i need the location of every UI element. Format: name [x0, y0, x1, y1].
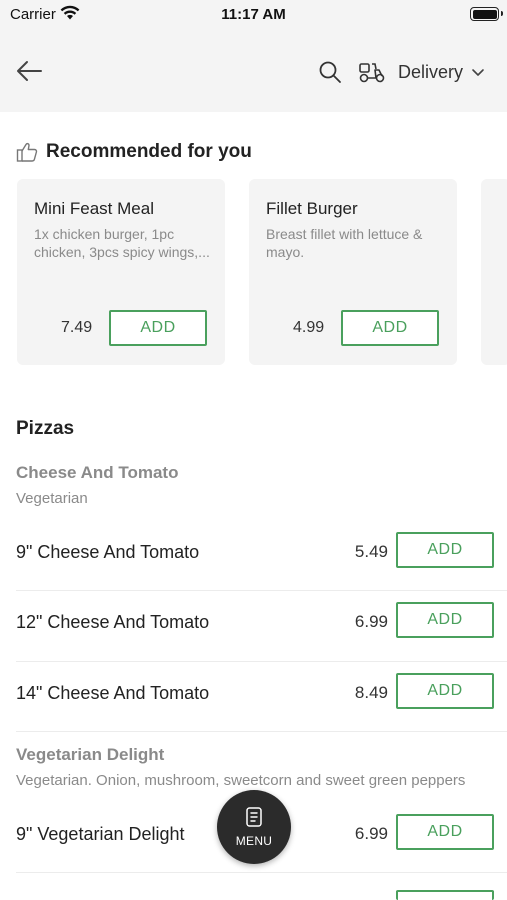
menu-item-price: 8.49 — [354, 683, 388, 702]
recommended-item-description: Breast fillet with lettuce & mayo. — [266, 226, 423, 260]
battery-icon — [470, 7, 503, 21]
add-button[interactable]: ADD — [396, 673, 494, 709]
nav-bar: Delivery — [0, 30, 507, 112]
recommended-item-name: Mini Feast Meal — [34, 199, 154, 218]
delivery-label: Delivery — [398, 61, 464, 82]
divider — [16, 872, 507, 873]
recommended-title: Recommended for you — [46, 141, 252, 162]
chevron-down-icon — [472, 69, 484, 76]
menu-group-title: Vegetarian Delight — [16, 745, 165, 764]
menu-item-price: 5.49 — [354, 542, 388, 561]
add-button[interactable]: ADD — [396, 814, 494, 850]
status-bar: Carrier 11:17 AM — [0, 0, 507, 30]
scooter-icon — [359, 63, 385, 83]
divider — [16, 731, 507, 732]
recommended-item-price: 4.99 — [293, 319, 325, 336]
menu-book-icon — [246, 807, 262, 827]
menu-item-name: 12" Cheese And Tomato — [16, 612, 210, 632]
menu-item-price: 6.99 — [354, 612, 388, 631]
recommended-item-name: Fillet Burger — [266, 199, 358, 218]
menu-fab-button[interactable]: MENU — [217, 790, 291, 864]
recommended-card-partial[interactable] — [481, 179, 507, 365]
menu-item-row: 9" Cheese And Tomato 5.49 ADD — [16, 522, 494, 592]
divider — [16, 590, 507, 591]
delivery-selector[interactable]: Delivery — [358, 56, 485, 88]
menu-item-name: 14" Cheese And Tomato — [16, 683, 210, 703]
add-button[interactable]: ADD — [396, 602, 494, 638]
recommended-card[interactable]: Fillet Burger Breast fillet with lettuce… — [249, 179, 457, 365]
recommended-header: Recommended for you — [16, 141, 252, 163]
menu-group-subtitle: Vegetarian. Onion, mushroom, sweetcorn a… — [16, 772, 466, 789]
status-time: 11:17 AM — [221, 6, 286, 23]
add-button-partial[interactable] — [396, 890, 494, 900]
recommended-item-description: 1x chicken burger, 1pc chicken, 3pcs spi… — [34, 226, 210, 260]
menu-item-price: 6.99 — [354, 824, 388, 843]
menu-group-title: Cheese And Tomato — [16, 463, 179, 482]
menu-fab-label: MENU — [235, 834, 273, 848]
menu-item-row: 14" Cheese And Tomato 8.49 ADD — [16, 663, 494, 733]
add-button[interactable]: ADD — [396, 532, 494, 568]
menu-item-name: 9" Cheese And Tomato — [16, 542, 200, 562]
recommended-item-price: 7.49 — [61, 319, 93, 336]
menu-group-subtitle: Vegetarian — [16, 490, 88, 507]
section-title-pizzas: Pizzas — [16, 418, 75, 439]
add-button[interactable]: ADD — [341, 310, 439, 346]
add-button[interactable]: ADD — [109, 310, 207, 346]
recommended-card[interactable]: Mini Feast Meal 1x chicken burger, 1pc c… — [17, 179, 225, 365]
back-arrow-icon[interactable] — [14, 56, 44, 86]
menu-item-name: 9" Vegetarian Delight — [16, 824, 185, 844]
thumbs-up-icon — [16, 142, 38, 162]
search-icon[interactable] — [318, 60, 342, 84]
menu-item-row: 12" Cheese And Tomato 6.99 ADD — [16, 592, 494, 662]
divider — [16, 661, 507, 662]
